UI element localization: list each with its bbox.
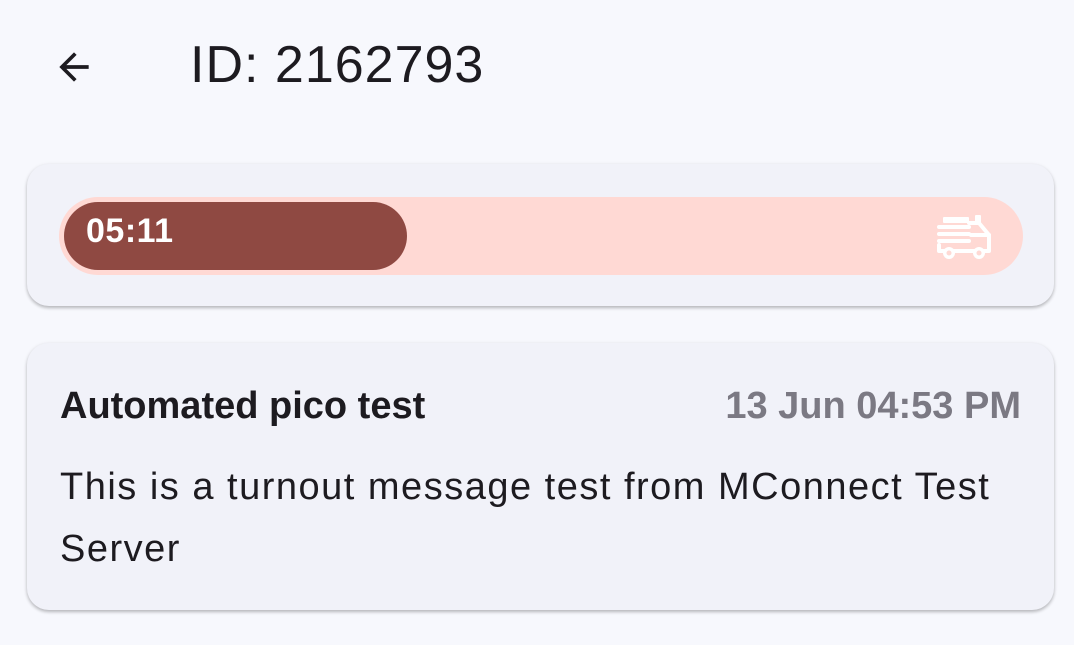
fire-truck-icon [937,215,991,259]
turnout-progress-track: 05:11 [59,197,1023,275]
page-title: ID: 2162793 [190,36,485,94]
turnout-timer: 05:11 [86,212,174,250]
back-button[interactable] [40,33,108,101]
message-body: This is a turnout message test from MCon… [60,466,991,570]
message-card[interactable]: Automated pico test 13 Jun 04:53 PM This… [27,343,1054,610]
arrow-back-icon [59,52,89,82]
message-title: Automated pico test [60,385,426,427]
message-timestamp: 13 Jun 04:53 PM [725,385,1021,427]
app-bar: ID: 2162793 [0,0,1074,130]
status-card: 05:11 [27,164,1054,306]
